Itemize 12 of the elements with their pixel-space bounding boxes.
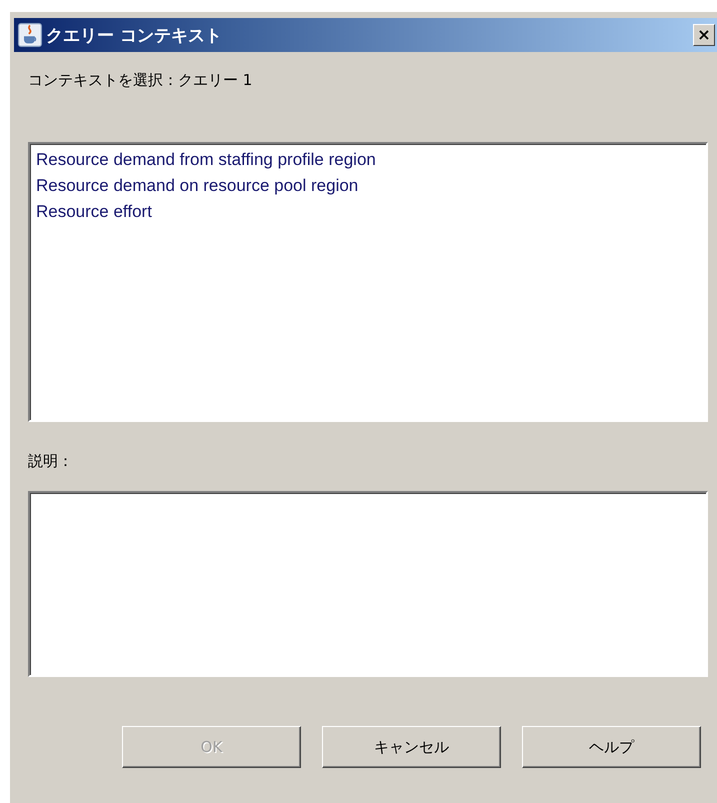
context-list[interactable]: Resource demand from staffing profile region Resource demand on resource pool region Resource effort (28, 142, 708, 422)
description-field[interactable] (28, 491, 708, 677)
description-label: 説明： (28, 452, 73, 471)
context-item[interactable]: Resource effort (34, 199, 154, 225)
context-label: コンテキストを選択：クエリー 1 (28, 71, 252, 90)
coffee-cup-icon (18, 23, 42, 47)
dialog-button[interactable]: ヘルプ (522, 726, 701, 768)
dialog-button[interactable]: キャンセル (322, 726, 501, 768)
window-title: クエリー コンテキスト (46, 24, 223, 46)
context-item[interactable]: Resource demand on resource pool region (34, 173, 360, 199)
context-item[interactable]: Resource demand from staffing profile region (34, 147, 378, 173)
close-button[interactable]: × (693, 24, 715, 46)
